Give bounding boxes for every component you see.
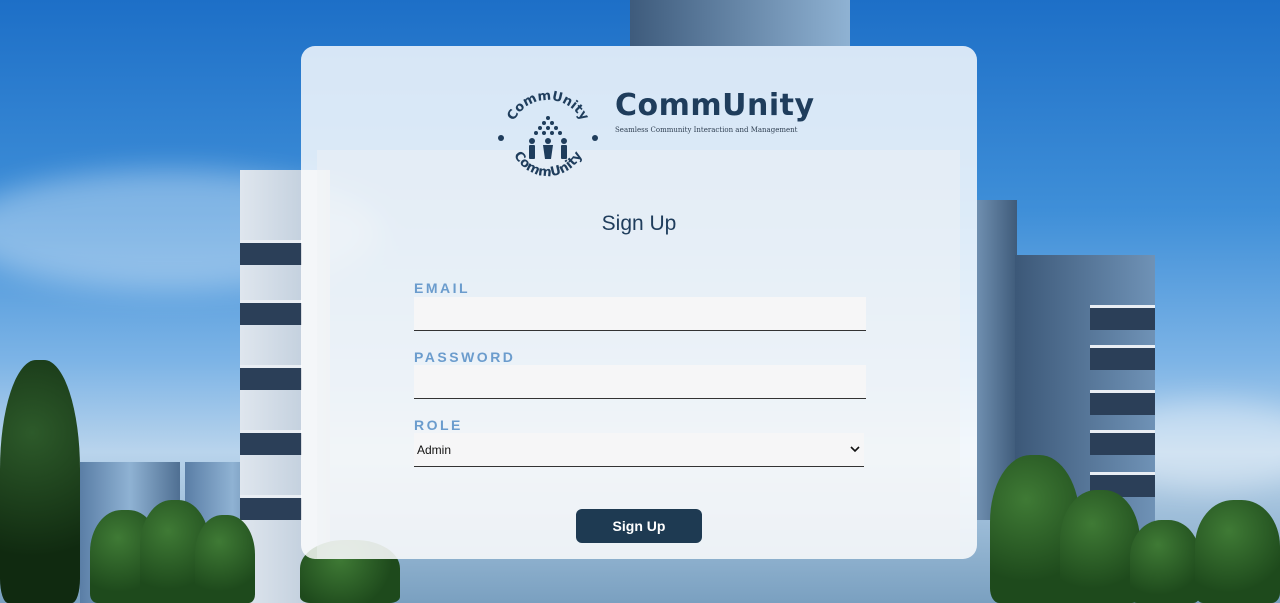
balcony — [1090, 390, 1155, 415]
signup-card: CommUnity CommUnity CommUnity Seamless C — [301, 46, 977, 559]
tree — [1130, 520, 1200, 603]
password-field[interactable] — [414, 365, 866, 399]
role-select[interactable]: Admin — [414, 433, 864, 467]
balcony — [240, 365, 302, 390]
email-field[interactable] — [414, 297, 866, 331]
building-top — [630, 0, 850, 46]
signup-button[interactable]: Sign Up — [576, 509, 702, 543]
tree — [1060, 490, 1140, 603]
role-selected-value: Admin — [417, 443, 452, 457]
balcony — [240, 495, 302, 520]
chevron-down-icon — [850, 446, 860, 453]
balcony — [1090, 345, 1155, 370]
tree — [0, 360, 80, 603]
balcony — [1090, 430, 1155, 455]
password-label: PASSWORD — [414, 349, 516, 365]
role-label: ROLE — [414, 417, 463, 433]
community-logo: CommUnity CommUnity — [498, 88, 598, 188]
page-title: Sign Up — [601, 212, 677, 235]
balcony — [1090, 305, 1155, 330]
brand-tagline: Seamless Community Interaction and Manag… — [615, 126, 798, 134]
tree — [1195, 500, 1280, 603]
email-label: EMAIL — [414, 280, 471, 296]
brand-name: CommUnity — [615, 88, 815, 123]
tree — [195, 515, 255, 603]
balcony — [240, 240, 302, 265]
balcony — [240, 430, 302, 455]
logo-emblem-icon: CommUnity CommUnity — [498, 89, 598, 180]
balcony — [240, 300, 302, 325]
